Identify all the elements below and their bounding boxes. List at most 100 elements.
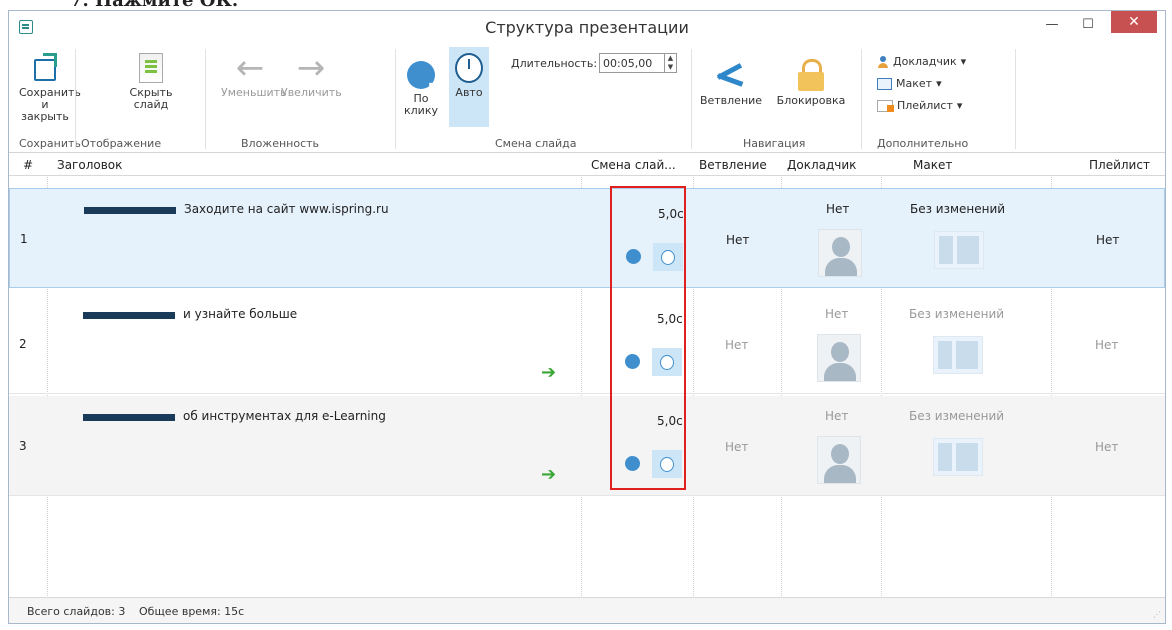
layout-value[interactable]: Без изменений xyxy=(909,409,1004,423)
playlist-value[interactable]: Нет xyxy=(1095,338,1118,352)
playlist-icon xyxy=(877,99,894,112)
group-label-nesting: Вложенность xyxy=(241,137,320,150)
duration-input[interactable]: 00:05,00 ▲ ▼ xyxy=(599,53,677,73)
speaker-avatar-icon[interactable] xyxy=(818,229,862,277)
minimize-button[interactable]: — xyxy=(1037,11,1067,37)
group-label-transition: Смена слайда xyxy=(495,137,577,150)
slide-thumbnail xyxy=(83,312,175,319)
increase-label: Увеличить xyxy=(281,86,342,99)
arrow-right-icon: → xyxy=(296,48,326,88)
ribbon-divider xyxy=(205,49,206,149)
column-header-speaker[interactable]: Докладчик xyxy=(787,158,856,172)
layout-icon xyxy=(877,77,892,90)
title-bar: Структура презентации — ☐ ✕ xyxy=(9,11,1165,43)
speaker-avatar-icon[interactable] xyxy=(817,436,861,484)
ribbon-divider xyxy=(1015,49,1016,149)
slide-title[interactable]: Заходите на сайт www.ispring.ru xyxy=(184,202,389,216)
status-bar: Всего слайдов: 3 Общее время: 15с ⋰ xyxy=(9,597,1165,623)
group-label-display: Отображение xyxy=(81,137,162,150)
hide-slide-label: Скрыть слайд xyxy=(129,86,173,111)
slide-title[interactable]: об инструментах для e-Learning xyxy=(183,409,386,423)
save-and-close-label: Сохранить и закрыть xyxy=(19,86,81,123)
green-arrow-icon: ➔ xyxy=(541,464,557,485)
slide-thumbnail xyxy=(83,414,175,421)
grid-header: # Заголовок Смена слай... Ветвление Докл… xyxy=(9,154,1165,176)
chevron-down-icon: ▾ xyxy=(956,99,963,112)
branching-label: Ветвление xyxy=(699,94,763,107)
column-header-layout[interactable]: Макет xyxy=(913,158,952,172)
layout-value[interactable]: Без изменений xyxy=(909,307,1004,321)
speaker-dropdown-label: Докладчик xyxy=(893,55,957,68)
column-header-title[interactable]: Заголовок xyxy=(57,158,122,172)
hide-slide-icon xyxy=(139,53,163,83)
branching-icon xyxy=(714,61,748,91)
total-time: Общее время: 15с xyxy=(139,605,245,618)
branching-button[interactable]: Ветвление xyxy=(693,61,769,107)
increase-level-button[interactable]: → Увеличить xyxy=(281,48,342,99)
speaker-avatar-icon[interactable] xyxy=(817,334,861,382)
layout-thumbnail[interactable] xyxy=(933,336,983,374)
column-header-number[interactable]: # xyxy=(23,158,33,172)
speaker-value[interactable]: Нет xyxy=(825,409,848,423)
slide-title[interactable]: и узнайте больше xyxy=(183,307,297,321)
group-label-navigation: Навигация xyxy=(743,137,806,150)
resize-grip-icon[interactable]: ⋰ xyxy=(1153,610,1161,619)
playlist-value[interactable]: Нет xyxy=(1096,233,1119,247)
speaker-icon xyxy=(877,55,889,68)
speaker-value[interactable]: Нет xyxy=(825,307,848,321)
duration-value: 00:05,00 xyxy=(603,57,653,70)
ribbon-divider xyxy=(75,49,76,149)
save-icon xyxy=(30,53,60,83)
group-label-additional: Дополнительно xyxy=(877,137,969,150)
mouse-click-icon xyxy=(407,61,439,93)
duration-spinner[interactable]: ▲ ▼ xyxy=(664,54,676,72)
maximize-button[interactable]: ☐ xyxy=(1073,11,1103,37)
speaker-value[interactable]: Нет xyxy=(826,202,849,216)
table-row[interactable]: 3 об инструментах для e-Learning ➔ 5,0с … xyxy=(9,396,1165,496)
playlist-dropdown[interactable]: Плейлист ▾ xyxy=(877,99,962,112)
on-click-label: По клику xyxy=(404,92,438,117)
ribbon-divider xyxy=(395,49,396,149)
playlist-value[interactable]: Нет xyxy=(1095,440,1118,454)
speaker-dropdown[interactable]: Докладчик ▾ xyxy=(877,55,966,68)
layout-dropdown[interactable]: Макет ▾ xyxy=(877,77,942,90)
auto-label: Авто xyxy=(455,86,483,99)
layout-value[interactable]: Без изменений xyxy=(910,202,1005,216)
branching-value[interactable]: Нет xyxy=(726,233,749,247)
total-slides: Всего слайдов: 3 xyxy=(27,605,126,618)
layout-thumbnail[interactable] xyxy=(934,231,984,269)
stopwatch-icon xyxy=(455,53,483,83)
playlist-dropdown-label: Плейлист xyxy=(897,99,953,112)
ribbon-divider xyxy=(861,49,862,149)
column-header-transition[interactable]: Смена слай... xyxy=(591,158,676,172)
group-label-save: Сохранить xyxy=(19,137,81,150)
branching-value[interactable]: Нет xyxy=(725,440,748,454)
table-row[interactable]: 1 Заходите на сайт www.ispring.ru 5,0с Н… xyxy=(9,188,1165,288)
auto-button[interactable]: Авто xyxy=(449,53,489,99)
column-header-branching[interactable]: Ветвление xyxy=(699,158,767,172)
decrease-level-button[interactable]: ← Уменьшить xyxy=(221,48,287,99)
close-button[interactable]: ✕ xyxy=(1111,11,1157,33)
row-number: 1 xyxy=(20,232,28,246)
branching-value[interactable]: Нет xyxy=(725,338,748,352)
slides-grid: # Заголовок Смена слай... Ветвление Докл… xyxy=(9,154,1165,598)
chevron-down-icon: ▾ xyxy=(960,55,967,68)
lock-label: Блокировка xyxy=(776,94,846,107)
duration-label: Длительность: xyxy=(511,57,598,70)
lock-icon xyxy=(798,59,824,91)
save-and-close-button[interactable]: Сохранить и закрыть xyxy=(19,53,81,123)
arrow-left-icon: ← xyxy=(235,48,265,88)
green-arrow-icon: ➔ xyxy=(541,362,557,383)
table-row[interactable]: 2 и узнайте больше ➔ 5,0с Нет Нет Без из… xyxy=(9,294,1165,394)
decrease-label: Уменьшить xyxy=(221,86,287,99)
lock-button[interactable]: Блокировка xyxy=(771,59,851,107)
highlight-frame xyxy=(610,186,686,490)
row-number: 3 xyxy=(19,439,27,453)
column-header-playlist[interactable]: Плейлист xyxy=(1089,158,1150,172)
layout-thumbnail[interactable] xyxy=(933,438,983,476)
layout-dropdown-label: Макет xyxy=(896,77,933,90)
row-number: 2 xyxy=(19,337,27,351)
hide-slide-button[interactable]: Скрыть слайд xyxy=(129,53,173,111)
on-click-button[interactable]: По клику xyxy=(403,61,439,117)
ribbon-divider xyxy=(691,49,692,149)
